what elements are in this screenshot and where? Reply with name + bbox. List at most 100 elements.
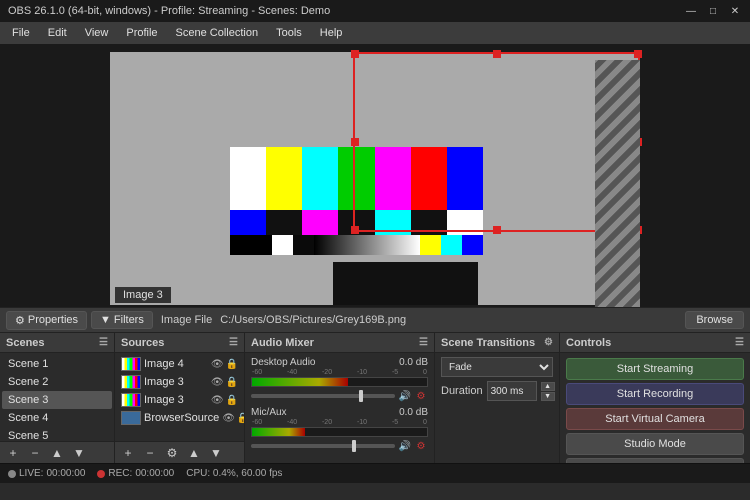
mic-mute-icon[interactable]: 🔊 (398, 439, 412, 453)
minimize-button[interactable]: — (684, 4, 698, 18)
menu-tools[interactable]: Tools (268, 25, 310, 41)
scenes-footer: + − ▲ ▼ (0, 441, 114, 463)
start-streaming-button[interactable]: Start Streaming (566, 358, 744, 380)
source-item-1[interactable]: Image 3 👁 🔒 (117, 373, 242, 391)
live-time: 00:00:00 (46, 468, 85, 479)
sources-add-button[interactable]: + (119, 445, 137, 461)
sources-panel-header: Sources ☰ (115, 333, 244, 353)
start-recording-button[interactable]: Start Recording (566, 383, 744, 405)
transition-type-select[interactable]: Fade Cut Swipe (441, 357, 553, 377)
sources-list: Image 4 👁 🔒 Image 3 👁 🔒 Image 3 👁 (115, 353, 244, 441)
scene-item-4[interactable]: Scene 4 (2, 409, 112, 427)
source-name-0: Image 4 (144, 358, 184, 370)
live-label: LIVE: (19, 468, 43, 479)
title-bar-text: OBS 26.1.0 (64-bit, windows) - Profile: … (8, 5, 684, 17)
rec-label: REC: (108, 468, 132, 479)
desktop-volume-slider[interactable] (251, 394, 395, 398)
title-bar: OBS 26.1.0 (64-bit, windows) - Profile: … (0, 0, 750, 22)
desktop-slider-row: 🔊 ⚙ (251, 389, 428, 403)
transitions-settings-icon[interactable]: ⚙ (544, 337, 553, 348)
sources-settings-icon[interactable]: ☰ (229, 337, 238, 348)
source-eye-icon-2[interactable]: 👁 (211, 395, 224, 406)
sources-remove-button[interactable]: − (141, 445, 159, 461)
browse-button[interactable]: Browse (685, 311, 744, 329)
filters-button[interactable]: ▼ Filters (91, 311, 153, 329)
handle-tl[interactable] (351, 50, 359, 58)
duration-down-button[interactable]: ▼ (541, 392, 555, 401)
mic-meter-ticks: -60-40-20-10-50 (251, 419, 428, 426)
scene-item-1[interactable]: Scene 1 (2, 355, 112, 373)
desktop-meter-bar (252, 378, 348, 386)
menu-profile[interactable]: Profile (118, 25, 165, 41)
studio-mode-button[interactable]: Studio Mode (566, 433, 744, 455)
black-overlay (333, 262, 478, 305)
menu-help[interactable]: Help (312, 25, 351, 41)
scenes-up-button[interactable]: ▲ (48, 445, 66, 461)
scene-item-5[interactable]: Scene 5 (2, 427, 112, 441)
handle-tm[interactable] (493, 50, 501, 58)
mic-slider-thumb (352, 440, 356, 452)
source-name-1: Image 3 (144, 376, 184, 388)
image-file-label: Image File (161, 314, 212, 326)
menu-file[interactable]: File (4, 25, 38, 41)
source-lock-icon-2[interactable]: 🔒 (226, 395, 238, 406)
handle-tr[interactable] (634, 50, 642, 58)
source-item-0[interactable]: Image 4 👁 🔒 (117, 355, 242, 373)
start-virtual-camera-button[interactable]: Start Virtual Camera (566, 408, 744, 430)
source-item-3[interactable]: BrowserSource 👁 🔒 (117, 409, 242, 427)
properties-bar: ⚙ Properties ▼ Filters Image File C:/Use… (0, 307, 750, 333)
scene-item-2[interactable]: Scene 2 (2, 373, 112, 391)
audio-panel: Audio Mixer ☰ Desktop Audio 0.0 dB -60-4… (245, 333, 435, 463)
sources-up-button[interactable]: ▲ (185, 445, 203, 461)
status-cpu: CPU: 0.4%, 60.00 fps (186, 468, 282, 479)
scene-item-3[interactable]: Scene 3 (2, 391, 112, 409)
maximize-button[interactable]: □ (706, 4, 720, 18)
menu-view[interactable]: View (77, 25, 117, 41)
controls-content: Start Streaming Start Recording Start Vi… (560, 353, 750, 463)
status-rec: REC: 00:00:00 (97, 468, 174, 479)
handle-bm[interactable] (493, 226, 501, 234)
sources-settings-button[interactable]: ⚙ (163, 445, 181, 461)
properties-button[interactable]: ⚙ Properties (6, 311, 87, 330)
source-eye-icon-3[interactable]: 👁 (222, 413, 235, 424)
controls-panel: Controls ☰ Start Streaming Start Recordi… (560, 333, 750, 463)
selected-source-label: Image 3 (115, 287, 171, 303)
sources-down-button[interactable]: ▼ (207, 445, 225, 461)
scenes-remove-button[interactable]: − (26, 445, 44, 461)
sources-header-icons: ☰ (229, 337, 238, 348)
mic-volume-slider[interactable] (251, 444, 395, 448)
mic-settings-icon[interactable]: ⚙ (414, 439, 428, 453)
scenes-settings-icon[interactable]: ☰ (99, 337, 108, 348)
status-bar: LIVE: 00:00:00 REC: 00:00:00 CPU: 0.4%, … (0, 463, 750, 483)
source-lock-icon-3[interactable]: 🔒 (237, 413, 244, 424)
duration-input[interactable] (487, 381, 537, 401)
settings-button[interactable]: Settings (566, 458, 744, 463)
handle-bl[interactable] (351, 226, 359, 234)
handle-ml[interactable] (351, 138, 359, 146)
source-lock-icon-1[interactable]: 🔒 (226, 377, 238, 388)
duration-spinners: ▲ ▼ (541, 382, 555, 401)
transitions-panel: Scene Transitions ⚙ Fade Cut Swipe Durat… (435, 333, 560, 463)
desktop-mute-icon[interactable]: 🔊 (398, 389, 412, 403)
audio-header-icons: ☰ (419, 337, 428, 348)
desktop-audio-channel: Desktop Audio 0.0 dB -60-40-20-10-50 🔊 ⚙ (247, 355, 432, 405)
transitions-header-icons: ⚙ (544, 337, 553, 348)
close-button[interactable]: ✕ (728, 4, 742, 18)
source-thumb-2 (121, 393, 141, 407)
source-name-2: Image 3 (144, 394, 184, 406)
scenes-down-button[interactable]: ▼ (70, 445, 88, 461)
desktop-settings-icon[interactable]: ⚙ (414, 389, 428, 403)
menu-scene-collection[interactable]: Scene Collection (168, 25, 267, 41)
duration-up-button[interactable]: ▲ (541, 382, 555, 391)
source-eye-icon-1[interactable]: 👁 (211, 377, 224, 388)
mic-aux-header: Mic/Aux 0.0 dB (251, 407, 428, 418)
duration-label: Duration (441, 385, 483, 397)
source-eye-icon-0[interactable]: 👁 (211, 359, 224, 370)
source-lock-icon-0[interactable]: 🔒 (226, 359, 238, 370)
source-item-2[interactable]: Image 3 👁 🔒 (117, 391, 242, 409)
menu-edit[interactable]: Edit (40, 25, 75, 41)
scenes-add-button[interactable]: + (4, 445, 22, 461)
preview-area: Image 3 (0, 44, 750, 307)
controls-settings-icon[interactable]: ☰ (735, 337, 744, 348)
audio-settings-icon[interactable]: ☰ (419, 337, 428, 348)
